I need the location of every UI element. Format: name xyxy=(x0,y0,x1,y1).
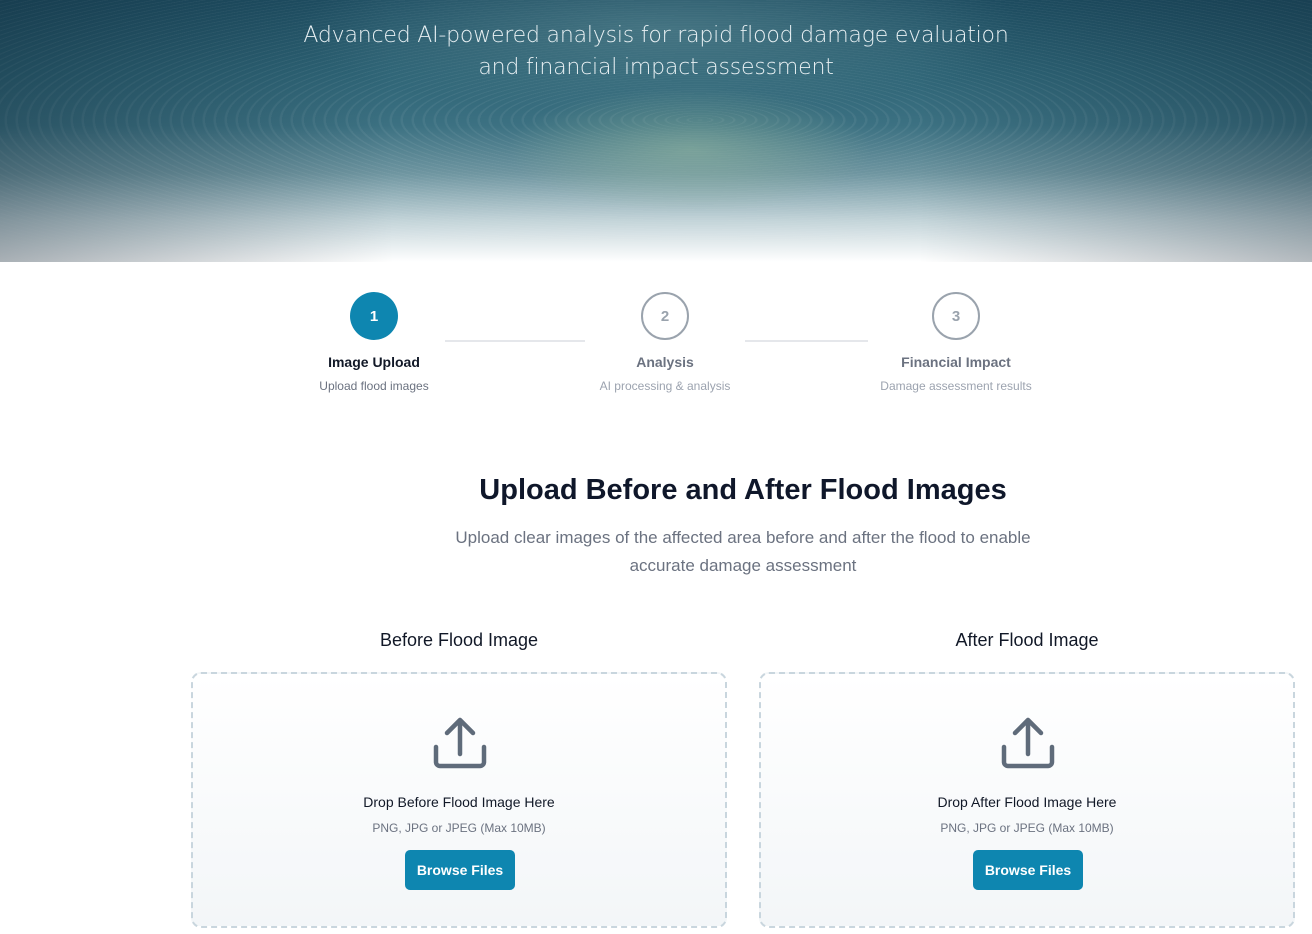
step-number-badge: 2 xyxy=(641,292,689,340)
before-file-hint: PNG, JPG or JPEG (Max 10MB) xyxy=(372,821,546,835)
after-browse-files-button[interactable]: Browse Files xyxy=(973,850,1083,890)
step-analysis[interactable]: 2 Analysis AI processing & analysis xyxy=(565,292,765,393)
hero-subtitle: Advanced AI-powered analysis for rapid f… xyxy=(0,20,1312,84)
step-number-badge: 1 xyxy=(350,292,398,340)
progress-stepper: 1 Image Upload Upload flood images 2 Ana… xyxy=(0,292,1312,402)
step-title: Financial Impact xyxy=(901,354,1011,370)
after-dropzone[interactable]: Drop After Flood Image Here PNG, JPG or … xyxy=(759,672,1295,928)
after-upload-panel: After Flood Image Drop After Flood Image… xyxy=(759,630,1295,928)
after-file-hint: PNG, JPG or JPEG (Max 10MB) xyxy=(940,821,1114,835)
hero-subtitle-line-2: and financial impact assessment xyxy=(478,55,834,80)
after-upload-label: After Flood Image xyxy=(955,630,1099,650)
section-title: Upload Before and After Flood Images xyxy=(479,474,1007,506)
step-description: Damage assessment results xyxy=(880,379,1032,393)
before-browse-files-button[interactable]: Browse Files xyxy=(405,850,515,890)
hero-subtitle-line-1: Advanced AI-powered analysis for rapid f… xyxy=(303,23,1009,48)
step-financial-impact[interactable]: 3 Financial Impact Damage assessment res… xyxy=(856,292,1056,393)
hero-banner: Advanced AI-powered analysis for rapid f… xyxy=(0,0,1312,262)
before-upload-label: Before Flood Image xyxy=(379,630,539,650)
step-description: AI processing & analysis xyxy=(599,379,731,393)
step-number-badge: 3 xyxy=(932,292,980,340)
before-drop-title: Drop Before Flood Image Here xyxy=(363,794,555,810)
step-title: Image Upload xyxy=(328,354,420,370)
upload-icon xyxy=(1001,717,1055,769)
upload-icon xyxy=(433,717,487,769)
after-drop-title: Drop After Flood Image Here xyxy=(937,794,1117,810)
before-upload-panel: Before Flood Image Drop Before Flood Ima… xyxy=(191,630,727,928)
section-subtitle: Upload clear images of the affected area… xyxy=(455,528,1031,575)
step-description: Upload flood images xyxy=(319,379,429,393)
before-dropzone[interactable]: Drop Before Flood Image Here PNG, JPG or… xyxy=(191,672,727,928)
step-image-upload[interactable]: 1 Image Upload Upload flood images xyxy=(274,292,474,393)
step-title: Analysis xyxy=(636,354,694,370)
